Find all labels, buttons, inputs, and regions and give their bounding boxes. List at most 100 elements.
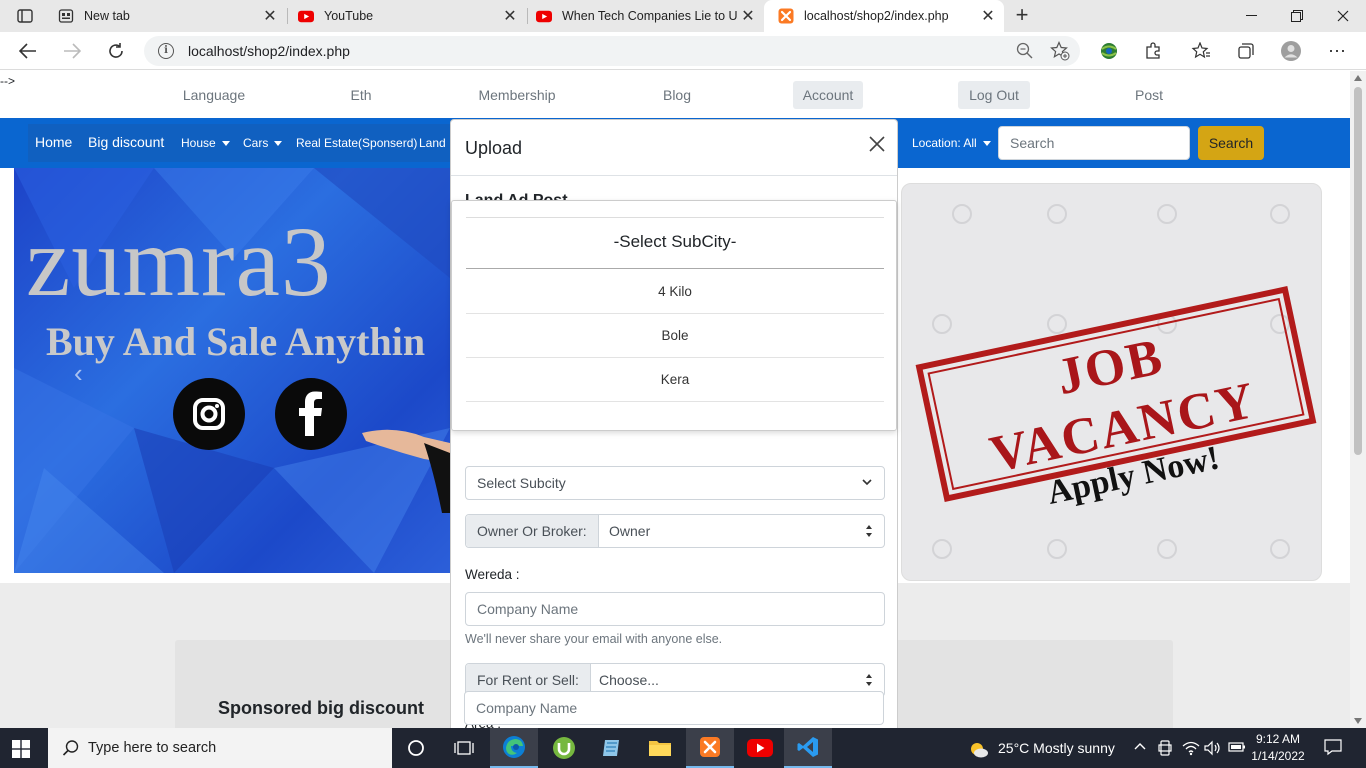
address-bar[interactable]: i localhost/shop2/index.php (144, 36, 1080, 66)
tab-new-tab[interactable]: New tab ✕ (44, 0, 286, 32)
extensions-icon[interactable] (1142, 40, 1164, 62)
modal-header: Upload (451, 120, 897, 176)
tab-tech-video[interactable]: When Tech Companies Lie to Us ✕ (522, 0, 764, 32)
url-text[interactable]: localhost/shop2/index.php (188, 43, 350, 59)
extension-globe-icon[interactable] (1098, 40, 1120, 62)
back-icon[interactable] (14, 37, 42, 65)
close-tab-icon[interactable]: ✕ (260, 6, 280, 26)
subcity-select-value: Select Subcity (477, 475, 566, 491)
system-clock[interactable]: 9:12 AM 1/14/2022 (1246, 731, 1310, 765)
close-tab-icon[interactable]: ✕ (738, 6, 758, 26)
nav-land[interactable]: Land (419, 136, 446, 150)
site-info-icon[interactable]: i (158, 43, 174, 59)
windows-taskbar: Type here to search 25°C Mostly sunny 9:… (0, 728, 1366, 768)
weather-icon[interactable] (968, 740, 990, 763)
task-view-icon[interactable] (440, 728, 488, 768)
job-vacancy-banner[interactable]: JOB VACANCY Apply Now! (901, 183, 1322, 581)
youtube-icon (536, 8, 552, 24)
search-icon (62, 740, 79, 756)
vscode-app-icon[interactable] (784, 728, 832, 768)
page-viewport: --> Language Eth Membership Blog Account… (0, 71, 1350, 728)
file-explorer-icon[interactable] (636, 728, 684, 768)
hero-tagline: Buy And Sale Anythin (46, 319, 426, 364)
tab-youtube[interactable]: YouTube ✕ (284, 0, 526, 32)
battery-icon[interactable] (1228, 740, 1246, 757)
notification-icon[interactable] (1324, 738, 1342, 756)
area-input[interactable]: Company Name (464, 691, 884, 725)
wereda-input[interactable]: Company Name (465, 592, 885, 626)
tab-localhost[interactable]: localhost/shop2/index.php ✕ (764, 0, 1004, 32)
new-tab-icon[interactable]: + (1010, 4, 1034, 28)
nav-house-label: House (181, 136, 216, 150)
restore-icon[interactable] (1274, 0, 1320, 32)
nav-home[interactable]: Home (35, 134, 72, 150)
tab-title: localhost/shop2/index.php (804, 9, 949, 23)
nav-cars-label: Cars (243, 136, 269, 150)
tray-chevron-up-icon[interactable] (1134, 740, 1146, 756)
weather-text[interactable]: 25°C Mostly sunny (998, 740, 1115, 756)
sponsored-title: Sponsored big discount (218, 698, 424, 718)
facebook-icon (275, 378, 347, 450)
nav-real-estate[interactable]: Real Estate(Sponserd) (296, 136, 417, 150)
search-button[interactable]: Search (1198, 126, 1264, 160)
dropdown-option[interactable]: 4 Kilo (466, 270, 884, 314)
collections-icon[interactable] (1235, 40, 1257, 62)
menu-post[interactable]: Post (1126, 81, 1172, 109)
close-window-icon[interactable] (1320, 0, 1366, 32)
menu-blog[interactable]: Blog (652, 81, 702, 109)
minimize-icon[interactable] (1228, 0, 1274, 32)
subcity-select[interactable]: Select Subcity (465, 466, 885, 500)
close-tab-icon[interactable]: ✕ (500, 6, 520, 26)
dropdown-option[interactable]: Kera (466, 358, 884, 402)
location-dropdown[interactable]: Location: All (912, 136, 991, 150)
settings-more-icon[interactable]: ⋯ (1326, 40, 1348, 62)
windows-start-icon[interactable] (12, 740, 30, 758)
refresh-icon[interactable] (102, 37, 130, 65)
page-scrollbar[interactable] (1350, 71, 1366, 728)
scroll-up-icon[interactable] (1354, 75, 1362, 81)
edge-app-icon[interactable] (490, 728, 538, 768)
profile-avatar-icon[interactable] (1280, 40, 1302, 62)
menu-membership[interactable]: Membership (468, 81, 566, 109)
taskbar-search-placeholder: Type here to search (88, 740, 217, 756)
menu-eth[interactable]: Eth (340, 81, 382, 109)
close-icon[interactable] (865, 132, 889, 156)
xampp-app-icon[interactable] (686, 728, 734, 768)
nav-cars-dropdown[interactable]: Cars (243, 136, 283, 150)
dropdown-option[interactable]: Bole (466, 314, 884, 358)
scroll-down-icon[interactable] (1354, 718, 1362, 724)
chevron-down-icon (862, 479, 872, 486)
tab-actions-icon[interactable] (8, 4, 42, 28)
menu-language[interactable]: Language (174, 81, 254, 109)
cortana-icon[interactable] (392, 728, 440, 768)
menu-logout[interactable]: Log Out (958, 81, 1030, 109)
subcity-dropdown-list: -Select SubCity- 4 Kilo Bole Kera (451, 200, 897, 431)
youtube-app-icon[interactable] (736, 728, 784, 768)
nav-house-dropdown[interactable]: House (181, 136, 230, 150)
nav-big-discount[interactable]: Big discount (88, 134, 164, 150)
menu-account[interactable]: Account (793, 81, 863, 109)
chevron-down-icon (274, 141, 283, 147)
browser-toolbar: i localhost/shop2/index.php ⋯ (0, 32, 1366, 70)
modal-title: Upload (465, 138, 523, 158)
browser-tab-strip: New tab ✕ YouTube ✕ When Tech Companies … (0, 0, 1366, 32)
zoom-icon[interactable] (1016, 42, 1034, 60)
notes-app-icon[interactable] (588, 728, 636, 768)
hand-graphic (362, 429, 450, 513)
favorites-icon[interactable] (1190, 40, 1212, 62)
dropdown-header: -Select SubCity- (466, 217, 884, 269)
search-input[interactable]: Search (998, 126, 1190, 160)
wifi-icon[interactable] (1182, 740, 1200, 759)
utorrent-app-icon[interactable] (540, 728, 588, 768)
add-favorite-icon[interactable] (1050, 41, 1070, 61)
location-label: Location: All (912, 136, 977, 150)
carousel-prev-icon[interactable]: ‹ (74, 358, 83, 389)
volume-icon[interactable] (1204, 740, 1222, 759)
scrollbar-thumb[interactable] (1354, 87, 1362, 455)
close-tab-icon[interactable]: ✕ (978, 6, 998, 26)
taskbar-search-box[interactable]: Type here to search (48, 728, 392, 768)
forward-icon[interactable] (58, 37, 86, 65)
owner-broker-group[interactable]: Owner Or Broker: Owner (465, 514, 885, 548)
device-icon[interactable] (1158, 740, 1172, 759)
owner-broker-value[interactable]: Owner (609, 515, 650, 547)
